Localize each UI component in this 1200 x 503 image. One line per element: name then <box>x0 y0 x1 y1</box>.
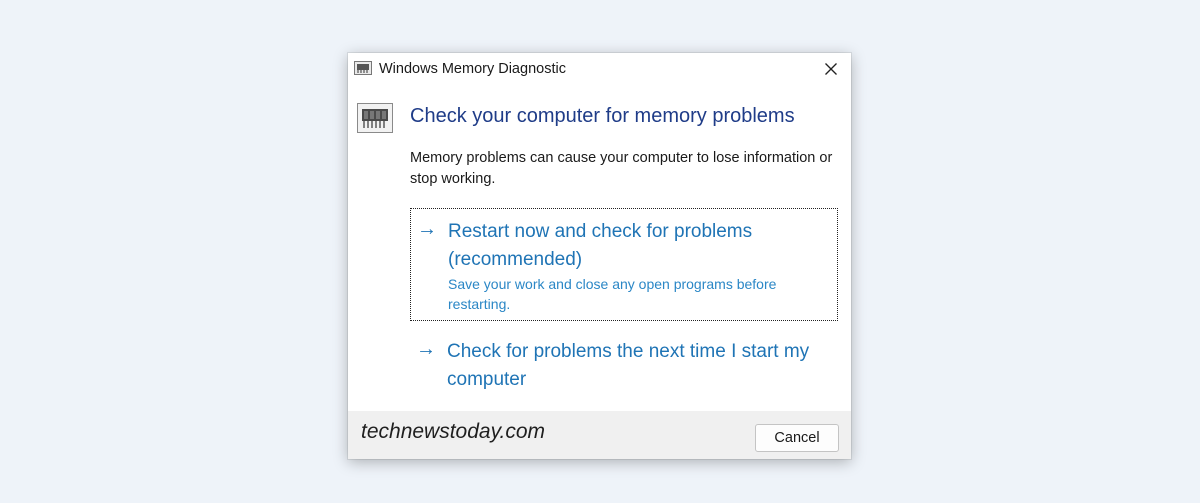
option-title: Restart now and check for problems (reco… <box>448 221 753 270</box>
memory-diagnostic-dialog: Windows Memory Diagnostic Check your com… <box>348 53 851 459</box>
arrow-right-icon: → <box>416 338 436 360</box>
watermark-text: technewstoday.com <box>361 420 546 443</box>
option-subtitle: Save your work and close any open progra… <box>448 276 777 312</box>
check-next-start-option[interactable]: → Check for problems the next time I sta… <box>410 329 838 397</box>
close-button[interactable] <box>817 55 845 83</box>
title-bar: Windows Memory Diagnostic <box>348 53 851 85</box>
dialog-footer: technewstoday.com Cancel <box>348 411 851 459</box>
option-title: Check for problems the next time I start… <box>447 341 810 390</box>
memory-chip-icon <box>357 103 393 133</box>
description-text: Memory problems can cause your computer … <box>410 150 833 187</box>
restart-now-option[interactable]: → Restart now and check for problems (re… <box>410 208 838 321</box>
cancel-button[interactable]: Cancel <box>755 424 839 452</box>
window-title: Windows Memory Diagnostic <box>379 61 566 77</box>
memory-chip-icon <box>354 61 372 75</box>
main-heading: Check your computer for memory problems <box>410 105 795 127</box>
close-icon <box>825 63 837 75</box>
arrow-right-icon: → <box>417 218 437 240</box>
